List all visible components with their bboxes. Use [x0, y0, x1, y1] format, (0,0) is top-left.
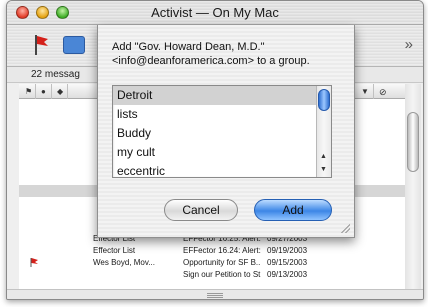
- group-list-item[interactable]: Buddy: [113, 124, 317, 143]
- column-divider: [67, 84, 68, 99]
- resize-grip-icon[interactable]: [340, 223, 350, 233]
- scroll-down-arrow-icon[interactable]: ▼: [320, 166, 327, 173]
- scrollbar-thumb[interactable]: [407, 112, 419, 172]
- sheet-message: Add "Gov. Howard Dean, M.D." <info@deanf…: [112, 40, 348, 68]
- group-list-item[interactable]: lists: [113, 105, 317, 124]
- reply-icon[interactable]: [63, 36, 85, 54]
- group-list[interactable]: Detroit lists Buddy my cult eccentric ▲ ▼: [112, 85, 332, 178]
- flag-icon: [30, 258, 38, 267]
- group-list-item[interactable]: Detroit: [113, 86, 317, 105]
- group-scrollbar-thumb[interactable]: [318, 89, 330, 111]
- subject-cell: EFFector 16.24: Alert:...: [183, 246, 261, 255]
- flag-column-icon[interactable]: ⚑: [25, 87, 32, 96]
- group-list-item[interactable]: eccentric: [113, 162, 317, 177]
- from-cell: Effector List: [93, 246, 136, 255]
- flag-icon[interactable]: [31, 33, 51, 57]
- sheet-message-line2: <info@deanforamerica.com> to a group.: [112, 55, 310, 67]
- table-row[interactable]: Sign our Petition to St... 09/13/2003: [19, 269, 405, 281]
- date-cell: 09/15/2003: [267, 258, 308, 267]
- subject-cell: Opportunity for SF B...: [183, 258, 261, 267]
- message-count: 22 messag: [31, 69, 80, 80]
- date-cell: 09/13/2003: [267, 270, 308, 279]
- from-cell: Wes Boyd, Mov...: [93, 258, 155, 267]
- subject-cell: Sign our Petition to St...: [183, 270, 261, 279]
- window-title: Activist — On My Mac: [151, 5, 279, 20]
- add-to-group-sheet: Add "Gov. Howard Dean, M.D." <info@deanf…: [97, 25, 355, 238]
- message-list-scrollbar[interactable]: [405, 84, 421, 289]
- column-divider: [373, 84, 374, 99]
- attachment-column-icon[interactable]: ⊘: [379, 87, 387, 98]
- scroll-up-arrow-icon[interactable]: ▲: [320, 153, 327, 160]
- column-divider: [35, 84, 36, 99]
- sheet-message-line1: Add "Gov. Howard Dean, M.D.": [112, 41, 265, 53]
- mail-window: Activist — On My Mac » 22 messag ⚑ ● ◆ ▼…: [6, 0, 424, 300]
- title-bar[interactable]: Activist — On My Mac: [7, 1, 423, 25]
- group-list-scrollbar[interactable]: ▲ ▼: [316, 86, 331, 177]
- group-list-item[interactable]: my cult: [113, 143, 317, 162]
- date-cell: 09/19/2003: [267, 246, 308, 255]
- toolbar-overflow-icon[interactable]: »: [405, 36, 413, 53]
- status-column-icon[interactable]: ●: [41, 87, 46, 96]
- sort-indicator-icon[interactable]: ▼: [361, 87, 369, 96]
- window-bottom-bar: [7, 289, 423, 299]
- table-row[interactable]: Effector List EFFector 16.24: Alert:... 09…: [19, 245, 405, 257]
- comment-column-icon[interactable]: ◆: [57, 87, 63, 96]
- cancel-button[interactable]: Cancel: [164, 199, 238, 221]
- column-divider: [51, 84, 52, 99]
- table-row[interactable]: Wes Boyd, Mov... Opportunity for SF B... 0…: [19, 257, 405, 269]
- add-button[interactable]: Add: [254, 199, 332, 221]
- splitter-grip-icon[interactable]: [207, 293, 223, 298]
